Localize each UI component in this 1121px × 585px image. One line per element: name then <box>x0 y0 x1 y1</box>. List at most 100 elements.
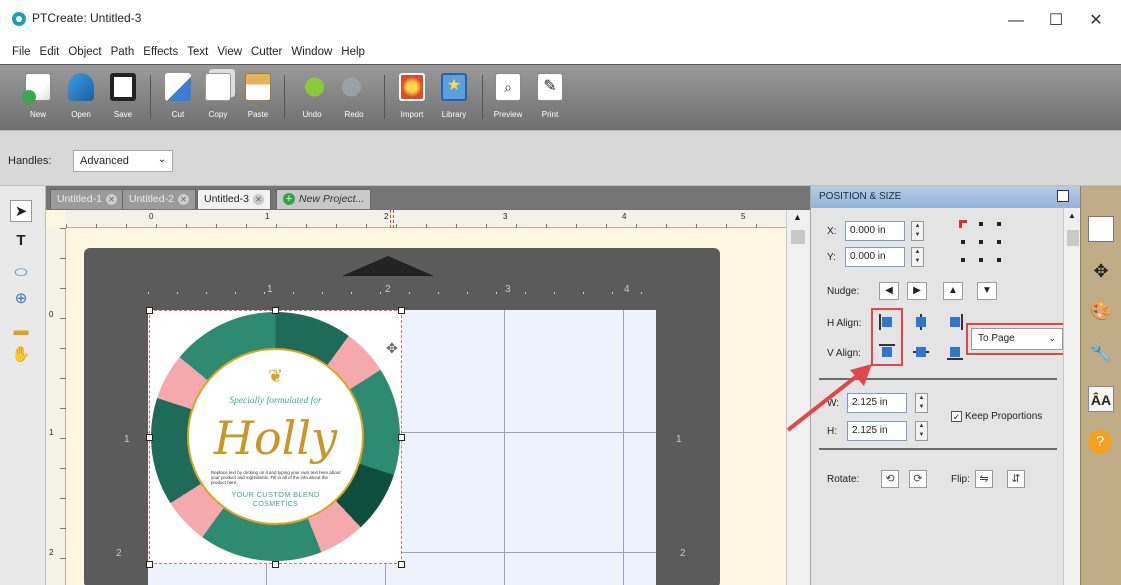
reference-point-grid[interactable] <box>959 220 1001 262</box>
y-position-field[interactable]: 0.000 in <box>845 247 905 267</box>
palette-icon[interactable]: 🎨 <box>1088 298 1114 324</box>
ellipse-tool-icon[interactable]: ⬭ <box>10 262 32 284</box>
move-arrows-icon[interactable]: ✥ <box>1088 258 1114 284</box>
redo-arrow-icon <box>341 73 367 101</box>
nudge-down-button[interactable]: ▼ <box>977 282 997 300</box>
align-top-icon[interactable] <box>879 344 895 360</box>
zoom-tool-icon[interactable]: ⊕ <box>10 288 32 310</box>
align-target-dropdown[interactable]: To Page ⌄ <box>971 328 1063 350</box>
resize-handle-s[interactable] <box>272 561 279 568</box>
tab-untitled-3[interactable]: Untitled-3 ✕ <box>197 189 271 209</box>
resize-handle-nw[interactable] <box>146 307 153 314</box>
library-button[interactable]: ★ Library <box>436 73 472 127</box>
close-button[interactable]: ✕ <box>1076 8 1116 34</box>
menu-edit[interactable]: Edit <box>36 42 65 64</box>
menu-path[interactable]: Path <box>107 42 140 64</box>
open-button[interactable]: Open <box>63 73 99 127</box>
rotate-left-icon[interactable]: ⟲ <box>881 470 899 488</box>
preview-button[interactable]: ⌕ Preview <box>490 73 526 127</box>
resize-handle-e[interactable] <box>398 434 405 441</box>
resize-handle-ne[interactable] <box>398 307 405 314</box>
keep-proportions-checkbox[interactable]: ✓ <box>951 411 962 422</box>
nudge-up-button[interactable]: ▲ <box>943 282 963 300</box>
text-size-icon[interactable]: ÂA <box>1088 386 1114 412</box>
flip-vertical-icon[interactable]: ⇵ <box>1007 470 1025 488</box>
scrollbar-thumb[interactable] <box>1067 230 1079 246</box>
align-right-icon[interactable] <box>947 314 963 330</box>
new-document-icon <box>22 73 51 104</box>
scroll-up-icon[interactable]: ▲ <box>1068 211 1076 220</box>
tab-new-project[interactable]: + New Project... <box>276 189 372 209</box>
cut-button[interactable]: Cut <box>160 73 196 127</box>
panel-scrollbar[interactable]: ▲ <box>1063 208 1081 585</box>
menu-file[interactable]: File <box>8 42 36 64</box>
align-bottom-icon[interactable] <box>947 344 963 360</box>
mat-ruler-ticks <box>148 292 656 294</box>
align-left-icon[interactable] <box>879 314 895 330</box>
rotate-handle-icon[interactable]: ✥ <box>386 340 402 356</box>
handles-dropdown[interactable]: Advanced ⌄ <box>73 150 173 172</box>
menu-window[interactable]: Window <box>287 42 337 64</box>
hand-tool-icon[interactable]: ✋ <box>10 344 32 366</box>
redo-button[interactable]: Redo <box>336 73 372 127</box>
menu-text[interactable]: Text <box>183 42 213 64</box>
x-stepper[interactable]: ▲ ▼ <box>911 221 924 241</box>
resize-handle-w[interactable] <box>146 434 153 441</box>
resize-handle-sw[interactable] <box>146 561 153 568</box>
window-title: PTCreate: Untitled-3 <box>32 11 142 25</box>
maximize-button[interactable]: ☐ <box>1036 8 1076 34</box>
nudge-left-button[interactable]: ◀ <box>879 282 899 300</box>
new-button[interactable]: New <box>20 73 56 127</box>
ruler-marker <box>390 210 394 228</box>
rotate-right-icon[interactable]: ⟳ <box>909 470 927 488</box>
copy-button[interactable]: Copy <box>200 73 236 127</box>
close-tab-icon[interactable]: ✕ <box>252 194 264 205</box>
close-tab-icon[interactable]: ✕ <box>177 194 189 205</box>
text-tool-icon[interactable]: T <box>10 230 32 252</box>
flip-horizontal-icon[interactable]: ⇋ <box>975 470 993 488</box>
scrollbar-thumb[interactable] <box>791 230 805 244</box>
callout-arrow-icon <box>786 364 872 432</box>
width-stepper[interactable]: ▲ ▼ <box>915 393 928 413</box>
title-bar: PTCreate: Untitled-3 — ☐ ✕ <box>0 0 1121 42</box>
menu-object[interactable]: Object <box>64 42 106 64</box>
document-page-icon[interactable] <box>1088 216 1114 242</box>
print-button[interactable]: ✎ Print <box>532 73 568 127</box>
save-button[interactable]: Save <box>105 73 141 127</box>
wrench-icon[interactable]: 🔧 <box>1088 340 1114 366</box>
import-icon <box>399 73 425 101</box>
align-center-horizontal-icon[interactable] <box>913 314 929 330</box>
design-canvas[interactable]: 0 1 2 3 4 5 0 1 2 1 2 3 4 1 2 1 2 ❦ Spec… <box>46 210 786 585</box>
menu-effects[interactable]: Effects <box>139 42 183 64</box>
plus-icon: + <box>283 193 295 205</box>
document-tabs: Untitled-1 ✕ Untitled-2 ✕ Untitled-3 ✕ + New… <box>46 186 810 210</box>
undo-button[interactable]: Undo <box>294 73 330 127</box>
floppy-disk-icon <box>110 73 136 101</box>
paste-button[interactable]: Paste <box>240 73 276 127</box>
ruler-tool-icon[interactable]: ▬ <box>10 320 32 342</box>
import-button[interactable]: Import <box>394 73 430 127</box>
selection-bounding-box <box>149 310 402 564</box>
y-stepper[interactable]: ▲ ▼ <box>911 247 924 267</box>
mat-feed-arrow-icon <box>342 256 434 276</box>
tab-untitled-2[interactable]: Untitled-2 ✕ <box>122 189 196 209</box>
scroll-up-icon[interactable]: ▲ <box>793 212 802 222</box>
handles-label: Handles: <box>8 155 52 167</box>
nudge-right-button[interactable]: ▶ <box>907 282 927 300</box>
chevron-down-icon: ⌄ <box>1048 333 1056 343</box>
height-stepper[interactable]: ▲ ▼ <box>915 421 928 441</box>
resize-handle-se[interactable] <box>398 561 405 568</box>
dock-panel-icon[interactable] <box>1057 190 1069 202</box>
menu-help[interactable]: Help <box>337 42 370 64</box>
menu-cutter[interactable]: Cutter <box>247 42 287 64</box>
x-position-field[interactable]: 0.000 in <box>845 221 905 241</box>
tab-untitled-1[interactable]: Untitled-1 ✕ <box>50 189 124 209</box>
resize-handle-n[interactable] <box>272 307 279 314</box>
select-arrow-icon[interactable]: ➤ <box>10 200 32 222</box>
close-tab-icon[interactable]: ✕ <box>105 194 117 205</box>
anchor-top-left-icon[interactable] <box>959 220 967 228</box>
menu-view[interactable]: View <box>213 42 247 64</box>
align-center-vertical-icon[interactable] <box>913 344 929 360</box>
minimize-button[interactable]: — <box>996 8 1036 34</box>
help-icon[interactable]: ? <box>1088 430 1112 454</box>
